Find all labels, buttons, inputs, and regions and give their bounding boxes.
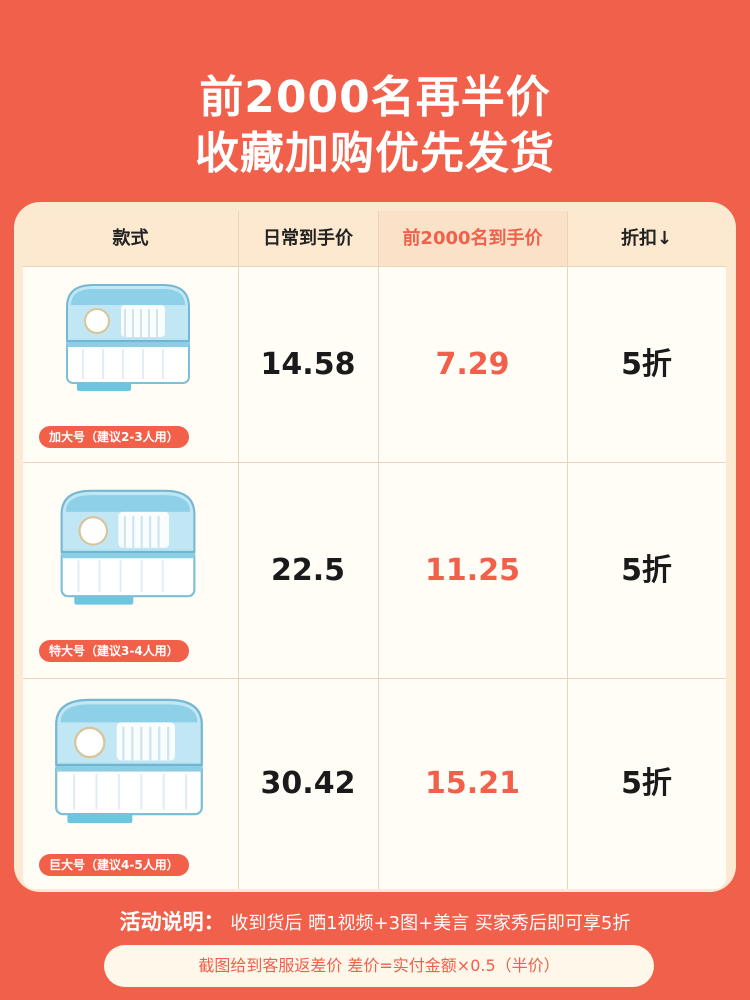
normal-price: 22.5 xyxy=(270,553,346,588)
size-tag: 特大号（建议3-4人用） xyxy=(39,640,189,662)
discount: 5折 xyxy=(621,766,672,801)
discount: 5折 xyxy=(621,553,672,588)
dish-rack-product-image xyxy=(66,284,190,391)
headline: 前2000名再半价 收藏加购优先发货 xyxy=(0,70,750,182)
discount: 5折 xyxy=(621,347,672,382)
headline-line2: 收藏加购优先发货 xyxy=(195,128,555,179)
refund-note: 截图给到客服返差价 差价=实付金额×0.5（半价） xyxy=(104,945,654,987)
table-row: 加大号（建议2-3人用） 14.58 7.29 5折 xyxy=(23,267,726,462)
dish-rack-product-image xyxy=(60,489,196,605)
normal-price: 14.58 xyxy=(260,347,356,382)
table-row: 特大号（建议3-4人用） 22.5 11.25 5折 xyxy=(23,463,726,678)
sale-price: 7.29 xyxy=(435,347,510,382)
activity-description: 活动说明： 收到货后 晒1视频+3图+美言 买家秀后即可享5折 xyxy=(0,906,750,936)
sale-price: 15.21 xyxy=(425,766,520,801)
header-sale-price: 前2000名到手价 xyxy=(378,211,567,266)
sale-price: 11.25 xyxy=(425,553,520,588)
header-style: 款式 xyxy=(112,228,149,249)
headline-line1: 前2000名再半价 xyxy=(199,72,551,123)
size-tag: 加大号（建议2-3人用） xyxy=(39,426,189,448)
normal-price: 30.42 xyxy=(260,766,356,801)
table-header: 款式 日常到手价 前2000名到手价 折扣↓ xyxy=(23,211,726,266)
dish-rack-product-image xyxy=(55,698,203,824)
header-discount: 折扣↓ xyxy=(620,228,673,249)
table-row: 巨大号（建议4-5人用） 30.42 15.21 5折 xyxy=(23,679,726,889)
header-normal-price: 日常到手价 xyxy=(263,228,353,249)
size-tag: 巨大号（建议4-5人用） xyxy=(39,854,189,876)
activity-text: 收到货后 晒1视频+3图+美言 买家秀后即可享5折 xyxy=(230,913,631,934)
activity-label: 活动说明： xyxy=(119,910,225,934)
price-table: 款式 日常到手价 前2000名到手价 折扣↓ 加大号（建议2-3人用） 14.5… xyxy=(23,211,726,889)
